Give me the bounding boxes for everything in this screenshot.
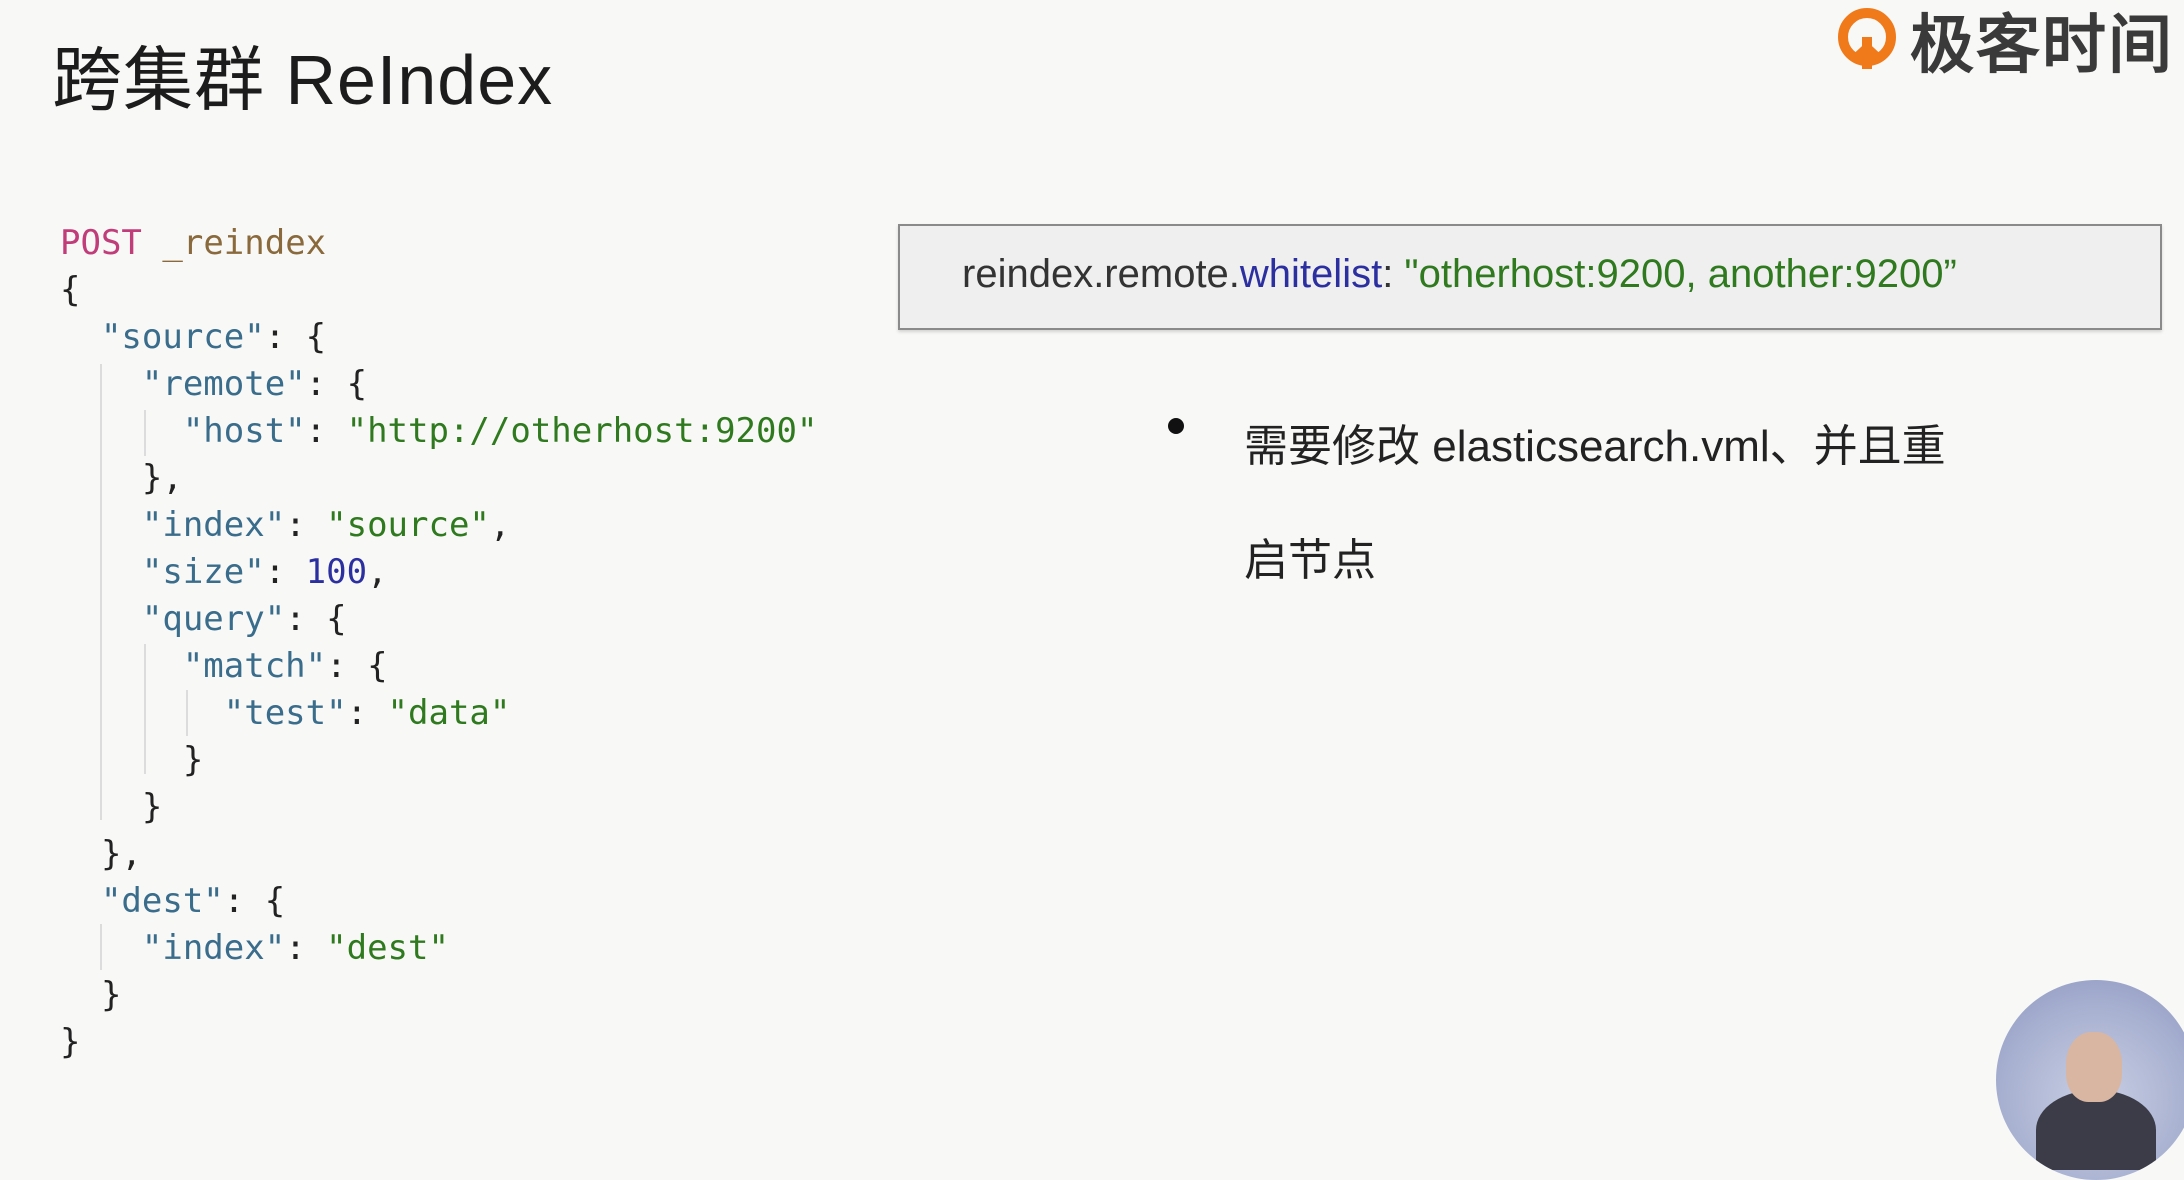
code-line: "index": "source", bbox=[141, 505, 511, 545]
json-key: "host" bbox=[182, 411, 306, 451]
whitelist-config-box: reindex.remote.whitelist: "otherhost:920… bbox=[898, 224, 2162, 330]
code-line: { bbox=[60, 270, 81, 310]
json-key: "query" bbox=[141, 599, 286, 639]
code-line: } bbox=[60, 975, 122, 1015]
json-number: 100 bbox=[305, 552, 368, 592]
code-line: "test": "data" bbox=[223, 693, 511, 733]
code-line: "source": { bbox=[100, 317, 327, 357]
json-key: "dest" bbox=[100, 881, 224, 921]
note-line-1: 需要修改 elasticsearch.vml、并且重 bbox=[1244, 422, 1946, 471]
json-string: "dest" bbox=[326, 928, 449, 968]
code-line: }, bbox=[60, 834, 142, 874]
code-line: "size": 100, bbox=[141, 552, 388, 592]
code-line: }, bbox=[60, 458, 183, 498]
json-key: "match" bbox=[182, 646, 327, 686]
code-line: "query": { bbox=[141, 599, 347, 639]
logo-text: 极客时间 bbox=[1910, 9, 2174, 81]
endpoint: _reindex bbox=[162, 223, 327, 263]
avatar-body bbox=[2036, 1090, 2156, 1170]
json-key: "index" bbox=[141, 928, 286, 968]
avatar-face bbox=[2066, 1032, 2122, 1102]
code-line: } bbox=[60, 1022, 81, 1062]
code-line: } bbox=[60, 740, 204, 780]
code-line: "match": { bbox=[182, 646, 388, 686]
code-line: "host": "http://otherhost:9200" bbox=[182, 411, 818, 451]
http-method: POST bbox=[60, 223, 142, 263]
whitelist-config-line: reindex.remote.whitelist: "otherhost:920… bbox=[962, 252, 1957, 297]
code-line: "dest": { bbox=[100, 881, 286, 921]
config-colon: : bbox=[1382, 252, 1405, 296]
config-keyword: whitelist bbox=[1239, 252, 1383, 296]
code-line: "index": "dest" bbox=[141, 928, 449, 968]
json-key: "test" bbox=[223, 693, 347, 733]
config-prefix: reindex.remote. bbox=[962, 252, 1240, 296]
logo: 极客时间 bbox=[1834, 0, 2174, 86]
json-key: "remote" bbox=[141, 364, 306, 404]
json-string: "source" bbox=[326, 505, 490, 545]
config-value: "otherhost:9200, another:9200” bbox=[1404, 252, 1957, 296]
code-line: } bbox=[60, 787, 163, 827]
note-line-2: 启节点 bbox=[1244, 536, 1376, 585]
reindex-code-block: POST _reindex{ "source": { "remote": { "… bbox=[60, 220, 817, 1066]
presenter-avatar bbox=[1996, 980, 2184, 1180]
code-line: "remote": { bbox=[141, 364, 368, 404]
slide-title: 跨集群 ReIndex bbox=[52, 41, 554, 119]
geektime-logo-icon bbox=[1834, 7, 1900, 73]
bullet-icon bbox=[1168, 418, 1184, 434]
code-line: POST _reindex bbox=[60, 220, 817, 267]
json-string: "data" bbox=[387, 693, 511, 733]
json-key: "size" bbox=[141, 552, 265, 592]
json-string: "http://otherhost:9200" bbox=[346, 411, 818, 451]
json-key: "index" bbox=[141, 505, 286, 545]
json-key: "source" bbox=[100, 317, 265, 357]
